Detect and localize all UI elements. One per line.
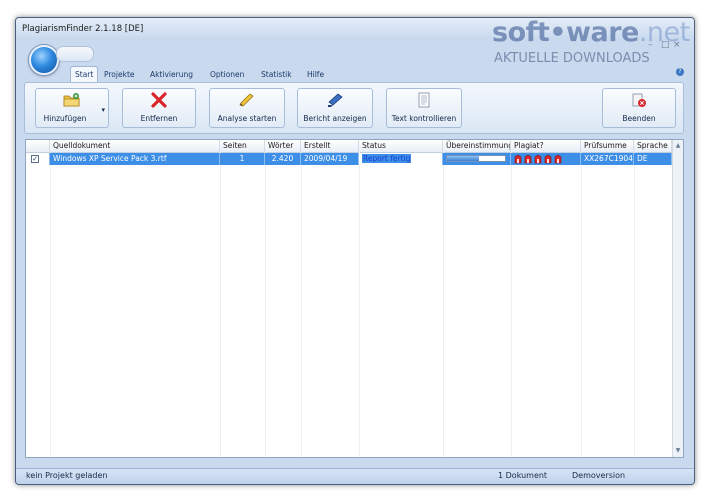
column-divider bbox=[443, 152, 444, 457]
remove-button-label: Entfernen bbox=[140, 114, 178, 123]
pencil-document-icon bbox=[239, 93, 254, 107]
check-text-button-label: Text kontrollieren bbox=[391, 114, 457, 123]
plagiat-flag-icon bbox=[524, 154, 532, 164]
exit-icon bbox=[632, 93, 646, 107]
col-header-check bbox=[26, 140, 50, 152]
add-button[interactable]: Hinzufügen ▾ bbox=[35, 88, 109, 128]
status-link[interactable]: Report fertig bbox=[362, 154, 412, 163]
tab-projekte[interactable]: Projekte bbox=[104, 67, 135, 82]
column-divider bbox=[220, 152, 221, 457]
document-table: Quelldokument Seiten Wörter Erstellt Sta… bbox=[25, 139, 684, 458]
report-view-icon bbox=[328, 93, 343, 107]
analyze-button-label: Analyse starten bbox=[217, 114, 277, 123]
col-header-plagiat[interactable]: Plagiat? bbox=[511, 140, 581, 152]
remove-x-icon bbox=[151, 92, 167, 108]
col-header-checksum[interactable]: Prüfsumme bbox=[581, 140, 634, 152]
column-divider bbox=[359, 152, 360, 457]
cell-checksum: XX267C190405 bbox=[581, 153, 634, 165]
status-edition: Demoversion bbox=[572, 471, 626, 480]
cell-source: Windows XP Service Pack 3.rtf bbox=[50, 153, 220, 165]
cell-plagiat bbox=[511, 153, 581, 165]
status-document-count: 1 Dokument bbox=[498, 471, 548, 480]
window-title: PlagiarismFinder 2.1.18 [DE] bbox=[22, 24, 144, 34]
cell-pages: 1 bbox=[220, 153, 265, 165]
text-document-icon bbox=[418, 92, 430, 108]
scroll-down-icon[interactable]: ▼ bbox=[673, 446, 683, 456]
quit-button-label: Beenden bbox=[622, 114, 656, 123]
col-header-source[interactable]: Quelldokument bbox=[50, 140, 220, 152]
add-button-label: Hinzufügen bbox=[43, 114, 87, 123]
column-divider bbox=[50, 152, 51, 457]
plagiat-flag-icon bbox=[514, 154, 522, 164]
status-bar: kein Projekt geladen 1 Dokument Demovers… bbox=[16, 468, 694, 484]
plagiat-indicator bbox=[513, 154, 563, 164]
cell-language: DE bbox=[634, 153, 672, 165]
scroll-up-icon[interactable]: ▲ bbox=[673, 141, 683, 151]
tab-statistik[interactable]: Statistik bbox=[261, 67, 292, 82]
match-progress-bar bbox=[446, 155, 506, 162]
quit-button[interactable]: Beenden bbox=[602, 88, 676, 128]
col-header-language[interactable]: Sprache bbox=[634, 140, 672, 152]
col-header-created[interactable]: Erstellt bbox=[301, 140, 359, 152]
vertical-scrollbar[interactable]: ▲ ▼ bbox=[672, 140, 683, 457]
column-divider bbox=[634, 152, 635, 457]
watermark-logo: soft•ware.net bbox=[492, 17, 690, 48]
column-divider bbox=[301, 152, 302, 457]
watermark-brand: soft•ware bbox=[492, 17, 639, 48]
plagiat-flag-icon bbox=[554, 154, 562, 164]
report-button[interactable]: Bericht anzeigen bbox=[297, 88, 373, 128]
status-project: kein Projekt geladen bbox=[26, 471, 108, 480]
watermark-brand-suffix: .net bbox=[638, 17, 690, 48]
col-header-status[interactable]: Status bbox=[359, 140, 443, 152]
row-checkbox[interactable]: ✓ bbox=[31, 155, 39, 163]
app-window: PlagiarismFinder 2.1.18 [DE] – □ × Start… bbox=[15, 17, 695, 485]
tab-aktivierung[interactable]: Aktivierung bbox=[150, 67, 193, 82]
analyze-button[interactable]: Analyse starten bbox=[209, 88, 285, 128]
help-icon[interactable]: ? bbox=[676, 68, 684, 76]
col-header-match[interactable]: Übereinstimmung bbox=[443, 140, 511, 152]
plagiat-flag-icon bbox=[544, 154, 552, 164]
folder-add-icon bbox=[63, 93, 80, 107]
column-divider bbox=[581, 152, 582, 457]
row-check-cell[interactable]: ✓ bbox=[26, 153, 50, 165]
ribbon-toolbar: Hinzufügen ▾ Entfernen Analyse starten B… bbox=[24, 82, 684, 134]
quick-access-toolbar[interactable] bbox=[56, 46, 94, 62]
application-menu-orb[interactable] bbox=[29, 45, 59, 75]
col-header-pages[interactable]: Seiten bbox=[220, 140, 265, 152]
remove-button[interactable]: Entfernen bbox=[122, 88, 196, 128]
cell-match bbox=[443, 153, 511, 165]
plagiat-flag-icon bbox=[534, 154, 542, 164]
cell-status[interactable]: Report fertig bbox=[359, 153, 443, 165]
report-button-label: Bericht anzeigen bbox=[303, 114, 367, 123]
watermark-tagline: AKTUELLE DOWNLOADS bbox=[494, 51, 650, 66]
table-row[interactable]: ✓ Windows XP Service Pack 3.rtf 1 2.420 … bbox=[26, 153, 673, 165]
tab-hilfe[interactable]: Hilfe bbox=[307, 67, 324, 82]
chevron-down-icon[interactable]: ▾ bbox=[101, 106, 105, 114]
cell-created: 2009/04/19 bbox=[301, 153, 359, 165]
column-divider bbox=[511, 152, 512, 457]
column-divider bbox=[265, 152, 266, 457]
cell-words: 2.420 bbox=[265, 153, 301, 165]
tab-optionen[interactable]: Optionen bbox=[210, 67, 244, 82]
tab-start[interactable]: Start bbox=[70, 66, 99, 83]
match-progress-fill bbox=[447, 156, 479, 161]
table-header: Quelldokument Seiten Wörter Erstellt Sta… bbox=[26, 140, 673, 153]
check-text-button[interactable]: Text kontrollieren bbox=[386, 88, 462, 128]
col-header-words[interactable]: Wörter bbox=[265, 140, 301, 152]
